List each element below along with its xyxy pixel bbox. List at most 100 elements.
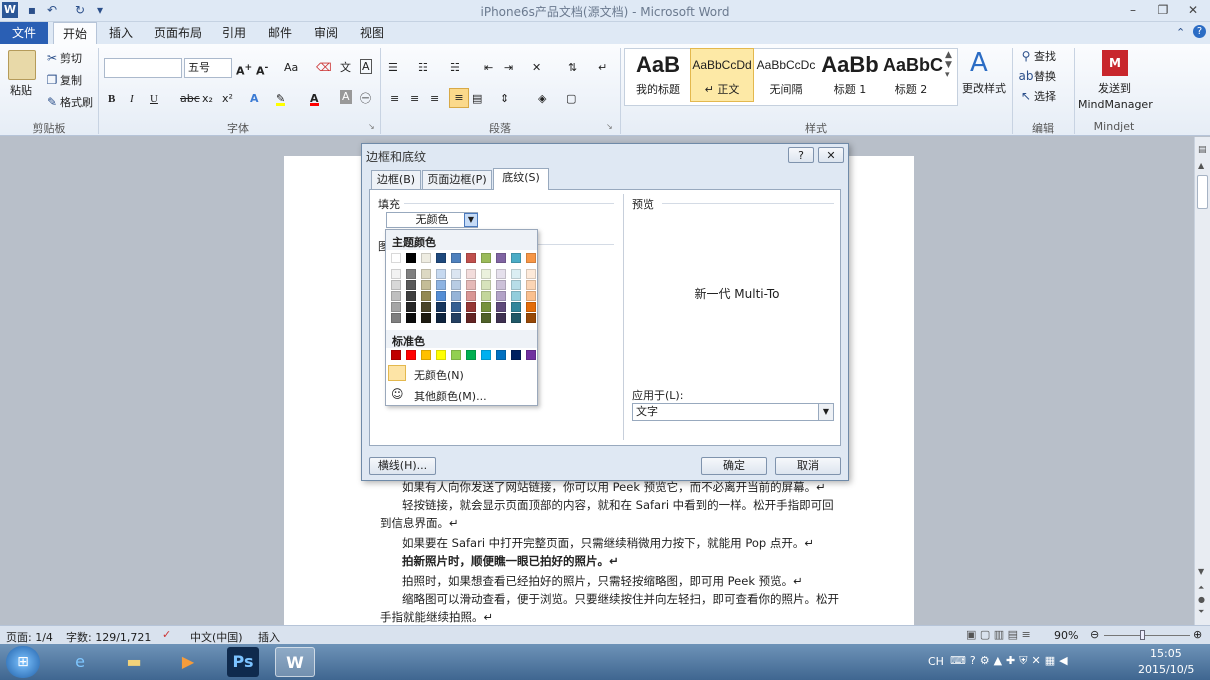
enclose-characters-icon[interactable]: ㊀	[360, 90, 371, 108]
style-heading-2[interactable]: AaBbC 标题 2	[882, 48, 943, 102]
theme-shade-swatch[interactable]	[451, 302, 461, 312]
standard-color-swatch[interactable]	[391, 350, 401, 360]
standard-color-swatch[interactable]	[436, 350, 446, 360]
text-effects-icon[interactable]: A	[250, 90, 259, 108]
tab-home[interactable]: 开始	[53, 22, 97, 44]
mindmanager-icon[interactable]: M	[1102, 50, 1128, 76]
format-painter-button[interactable]: ✎ 格式刷	[44, 94, 93, 112]
cut-button[interactable]: ✂ 剪切	[44, 50, 82, 68]
previous-page-icon[interactable]: ⏶	[1198, 583, 1204, 593]
theme-color-swatch[interactable]	[436, 253, 446, 263]
tab-mailings[interactable]: 邮件	[260, 22, 300, 44]
select-button[interactable]: ↖ 选择	[1018, 88, 1056, 106]
standard-color-swatch[interactable]	[496, 350, 506, 360]
theme-shade-swatch[interactable]	[421, 280, 431, 290]
mindmanager-label[interactable]: MindManager	[1078, 96, 1153, 114]
style-my-title[interactable]: AaB 我的标题	[626, 48, 690, 102]
ok-button[interactable]: 确定	[701, 457, 767, 475]
theme-shade-swatch[interactable]	[511, 313, 521, 323]
highlight-icon[interactable]: ✎	[276, 90, 286, 106]
theme-shade-swatch[interactable]	[421, 291, 431, 301]
justify-icon[interactable]: ≡	[449, 88, 469, 108]
tab-page-border[interactable]: 页面边框(P)	[422, 170, 492, 190]
copy-button[interactable]: ❐ 复制	[44, 72, 82, 90]
standard-color-swatch[interactable]	[511, 350, 521, 360]
theme-color-swatch[interactable]	[391, 253, 401, 263]
theme-shade-swatch[interactable]	[526, 269, 536, 279]
zoom-level[interactable]: 90%	[1054, 629, 1078, 642]
theme-shade-swatch[interactable]	[436, 280, 446, 290]
theme-color-swatch[interactable]	[406, 253, 416, 263]
clock-date[interactable]: 2015/10/5	[1138, 663, 1194, 676]
sort-icon[interactable]: ⇅	[568, 59, 577, 77]
browse-object-icon[interactable]: ●	[1198, 595, 1205, 604]
dialog-close-button[interactable]: ✕	[818, 147, 844, 163]
phonetic-guide-icon[interactable]: 文	[340, 59, 351, 77]
clock-time[interactable]: 15:05	[1150, 647, 1182, 660]
scroll-thumb[interactable]	[1197, 175, 1208, 209]
view-buttons-icon[interactable]: ▣ ▢ ▥ ▤ ≡	[966, 628, 1031, 641]
style-no-spacing[interactable]: AaBbCcDc 无间隔	[754, 48, 818, 102]
replace-button[interactable]: ab替换	[1018, 68, 1057, 86]
change-case-button[interactable]: Aa	[284, 59, 298, 77]
theme-shade-swatch[interactable]	[511, 291, 521, 301]
help-icon[interactable]: ?	[1193, 25, 1206, 38]
theme-shade-swatch[interactable]	[526, 280, 536, 290]
standard-color-swatch[interactable]	[481, 350, 491, 360]
theme-shade-swatch[interactable]	[466, 302, 476, 312]
multilevel-list-icon[interactable]: ☵	[450, 59, 460, 77]
collapse-ribbon-icon[interactable]: ⌃	[1176, 26, 1185, 39]
theme-shade-swatch[interactable]	[496, 269, 506, 279]
change-styles-button[interactable]: 更改样式	[962, 80, 1006, 98]
theme-shade-swatch[interactable]	[481, 302, 491, 312]
theme-shade-swatch[interactable]	[481, 269, 491, 279]
apply-to-dropdown-icon[interactable]: ▼	[818, 404, 833, 420]
theme-shade-swatch[interactable]	[496, 280, 506, 290]
insert-mode[interactable]: 插入	[258, 629, 280, 645]
theme-color-swatch[interactable]	[481, 253, 491, 263]
theme-shade-swatch[interactable]	[436, 291, 446, 301]
theme-shade-swatch[interactable]	[391, 291, 401, 301]
vertical-scrollbar[interactable]: ▤ ▲ ▼ ⏶ ● ⏷	[1194, 137, 1210, 625]
find-button[interactable]: ⚲ 查找	[1018, 48, 1056, 66]
font-size-combo[interactable]: 五号	[184, 58, 232, 78]
grow-font-icon[interactable]: A+	[236, 59, 252, 78]
theme-shade-swatch[interactable]	[406, 280, 416, 290]
italic-icon[interactable]: I	[130, 90, 134, 108]
character-shading-icon[interactable]: A	[340, 90, 352, 104]
theme-color-swatch[interactable]	[451, 253, 461, 263]
zoom-slider[interactable]	[1104, 635, 1190, 636]
theme-shade-swatch[interactable]	[481, 280, 491, 290]
theme-shade-swatch[interactable]	[406, 302, 416, 312]
theme-shade-swatch[interactable]	[391, 302, 401, 312]
change-styles-icon[interactable]: A	[970, 48, 988, 78]
ime-indicator[interactable]: CH	[928, 655, 944, 668]
theme-shade-swatch[interactable]	[391, 313, 401, 323]
ie-icon[interactable]: e	[60, 647, 100, 677]
theme-shade-swatch[interactable]	[436, 302, 446, 312]
start-orb-icon[interactable]: ⊞	[6, 646, 40, 678]
theme-shade-swatch[interactable]	[436, 313, 446, 323]
theme-color-swatch[interactable]	[421, 253, 431, 263]
theme-shade-swatch[interactable]	[406, 313, 416, 323]
explorer-icon[interactable]: ▬	[114, 647, 154, 677]
style-normal[interactable]: AaBbCcDd ↵ 正文	[690, 48, 754, 102]
show-marks-icon[interactable]: ↵	[598, 59, 607, 77]
theme-shade-swatch[interactable]	[436, 269, 446, 279]
theme-shade-swatch[interactable]	[481, 291, 491, 301]
theme-shade-swatch[interactable]	[451, 291, 461, 301]
distributed-icon[interactable]: ▤	[472, 90, 482, 108]
theme-shade-swatch[interactable]	[496, 291, 506, 301]
standard-color-swatch[interactable]	[421, 350, 431, 360]
proofing-icon[interactable]: ✓	[162, 628, 171, 641]
superscript-icon[interactable]: x²	[222, 90, 233, 108]
photoshop-icon[interactable]: Ps	[227, 647, 259, 677]
tab-file[interactable]: 文件	[0, 22, 48, 44]
theme-shade-swatch[interactable]	[466, 280, 476, 290]
style-heading-1[interactable]: AaBb 标题 1	[818, 48, 882, 102]
word-count[interactable]: 字数: 129/1,721	[66, 629, 151, 645]
maximize-button[interactable]: ❐	[1150, 2, 1176, 18]
theme-shade-swatch[interactable]	[496, 313, 506, 323]
theme-shade-swatch[interactable]	[391, 280, 401, 290]
theme-shade-swatch[interactable]	[421, 313, 431, 323]
